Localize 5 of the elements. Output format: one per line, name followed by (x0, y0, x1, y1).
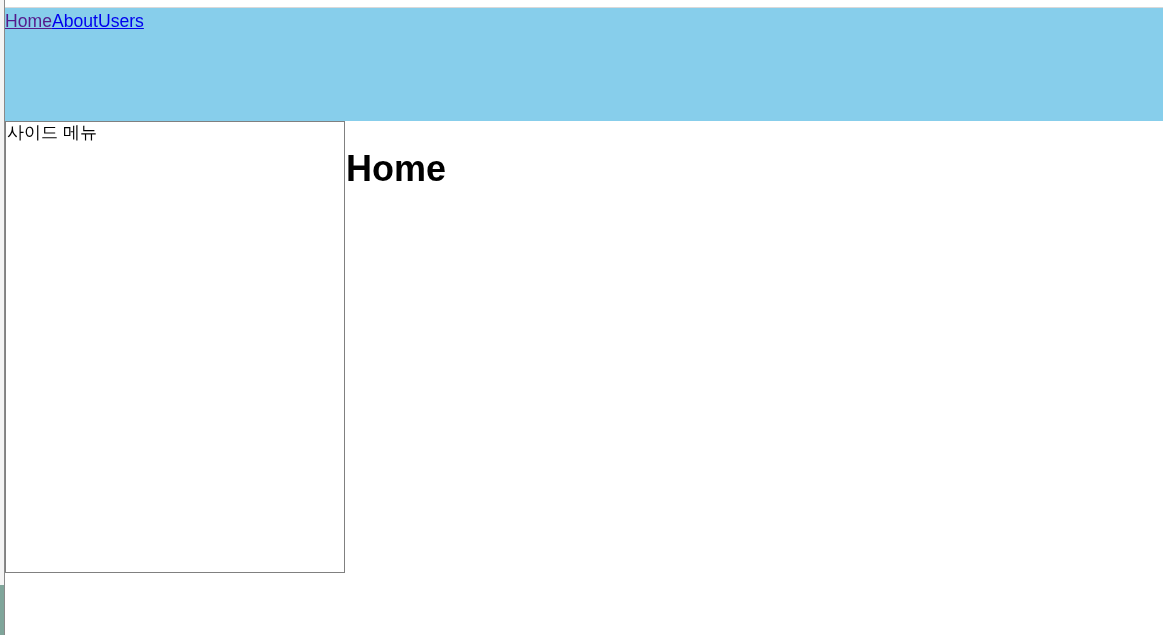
nav-link[interactable]: About (51, 11, 98, 31)
sidebar-title: 사이드 메뉴 (7, 123, 98, 144)
page-heading: Home (346, 147, 447, 191)
nav-link[interactable]: Users (97, 11, 144, 31)
nav-link[interactable]: Home (5, 11, 52, 31)
